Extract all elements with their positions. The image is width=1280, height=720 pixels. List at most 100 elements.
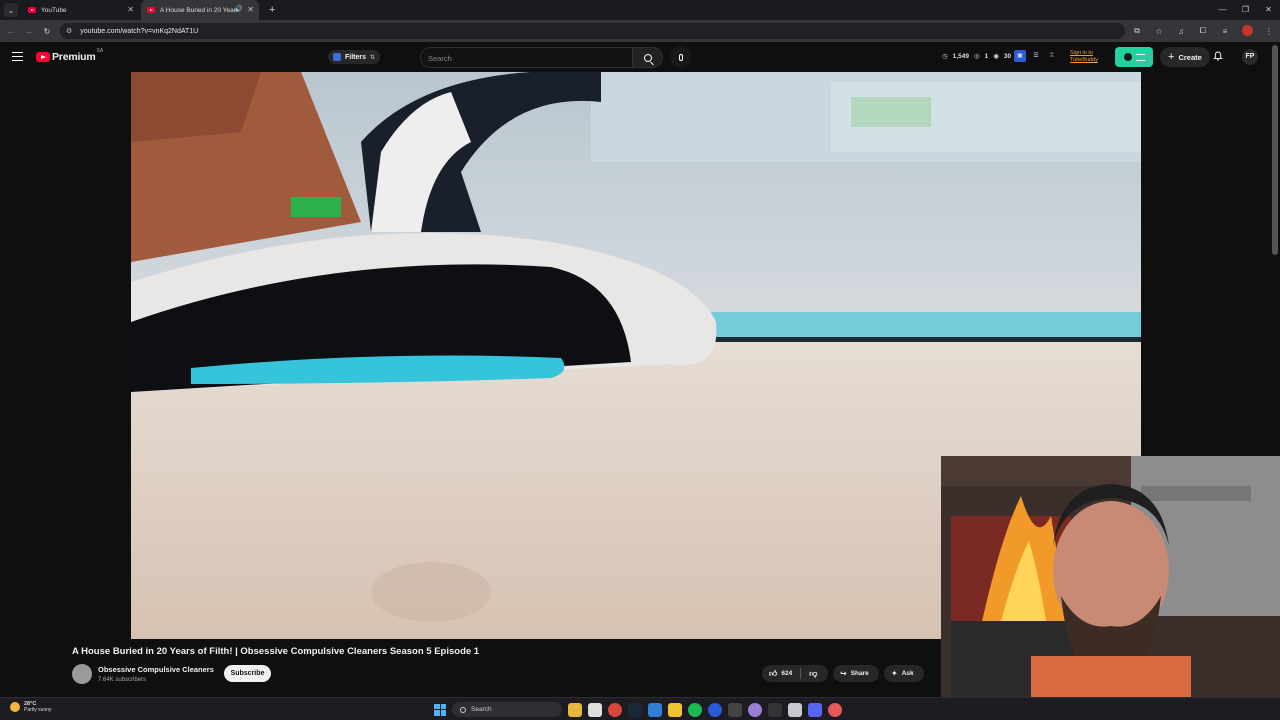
menu-icon[interactable] (12, 52, 23, 61)
audio-playing-icon[interactable]: 🔊 (234, 5, 243, 13)
profile-icon[interactable] (1236, 24, 1258, 38)
menu-icon[interactable]: ⋮ (1258, 27, 1280, 36)
share-button[interactable]: ↪ Share (833, 665, 879, 682)
browser-toolbar: ← → ↻ ⚙ youtube.com/watch?v=vnKq2NdAT1U … (0, 20, 1280, 42)
app-icon-square[interactable] (728, 702, 742, 717)
app-icon-round[interactable] (828, 702, 842, 717)
tab-video[interactable]: A House Buried in 20 Years 🔊 ✕ (141, 0, 259, 20)
reading-list-icon[interactable]: ≡ (1214, 27, 1236, 36)
stat-views: 1,549 (952, 52, 969, 60)
filters-button[interactable]: Filters ⇅ (328, 50, 381, 64)
youtube-favicon-icon (147, 7, 155, 13)
ask-button[interactable]: ✦ Ask (884, 665, 924, 682)
reload-icon[interactable]: ↻ (38, 27, 56, 36)
browser-actions: ⧉ ☆ ♫ ⧠ ≡ ⋮ (1126, 20, 1280, 42)
close-tab-icon[interactable]: ✕ (127, 5, 134, 14)
windows-taskbar: 28°C Partly sunny Search (0, 697, 1280, 720)
site-info-icon[interactable]: ⚙ (66, 27, 72, 35)
install-app-icon[interactable]: ⧉ (1126, 26, 1148, 36)
channel-avatar[interactable] (72, 664, 92, 684)
file-explorer-icon[interactable] (568, 702, 582, 717)
media-control-icon[interactable]: ♫ (1170, 27, 1192, 36)
calendar-app-icon[interactable] (588, 702, 602, 717)
search-input[interactable]: Search (420, 47, 633, 68)
windows-start-icon[interactable] (434, 703, 446, 716)
tubebuddy-logo-icon (1123, 53, 1132, 61)
search-icon (643, 53, 652, 62)
dislike-icon[interactable]: 👎︎ (809, 669, 817, 679)
browser-tab-strip: ⌄ YouTube ✕ A House Buried in 20 Years 🔊… (0, 0, 1280, 20)
app-icon-blue-circle[interactable] (708, 702, 722, 717)
tubebuddy-button[interactable] (1115, 47, 1153, 67)
tab-youtube[interactable]: YouTube ✕ (22, 0, 139, 20)
account-avatar[interactable]: FP (1242, 49, 1258, 65)
webcam-overlay (941, 456, 1280, 700)
partly-sunny-icon (10, 702, 20, 712)
minimize-icon[interactable]: — (1211, 0, 1234, 20)
logo-region: SA (96, 48, 104, 54)
maximize-icon[interactable]: ❐ (1234, 0, 1257, 20)
extensions-icon[interactable]: ⧠ (1192, 26, 1214, 36)
share-icon: ↪ (840, 669, 847, 678)
notifications-bell-icon[interactable] (1213, 51, 1223, 61)
address-bar[interactable]: ⚙ youtube.com/watch?v=vnKq2NdAT1U (60, 23, 1125, 39)
stat-3: 30 (1003, 52, 1012, 60)
create-label: Create (1178, 52, 1202, 62)
tab-search-dropdown[interactable]: ⌄ (4, 3, 18, 17)
app-icon-document[interactable] (788, 702, 802, 717)
tubebuddy-menu-icon (1135, 53, 1145, 61)
like-icon[interactable]: 👍︎ (769, 669, 777, 679)
blue-extension-icon[interactable]: ▣ (1014, 50, 1026, 62)
close-tab-icon[interactable]: ✕ (247, 5, 254, 14)
discord-icon[interactable] (808, 702, 822, 717)
signin-line1: Sign in to (1070, 50, 1093, 56)
forward-icon[interactable]: → (20, 27, 38, 36)
weather-widget[interactable]: 28°C Partly sunny (10, 701, 52, 713)
close-window-icon[interactable]: ✕ (1257, 0, 1280, 20)
extension-stats[interactable]: ◷ 1,549 ◎ 1 ◉ 30 (942, 52, 1012, 61)
trophy-icon[interactable]: ♖ (1046, 50, 1058, 62)
clock-icon: ◷ (942, 53, 948, 60)
youtube-premium-logo[interactable]: Premium SA (36, 48, 104, 63)
video-title: A House Buried in 20 Years of Filth! | O… (72, 646, 480, 657)
logo-text: Premium (52, 51, 96, 63)
back-icon[interactable]: ← (2, 27, 20, 36)
filter-extension-icon (333, 53, 341, 61)
filters-label: Filters (345, 53, 367, 61)
like-dislike-group: 👍︎ 624 👎︎ (762, 665, 828, 682)
subscribe-button[interactable]: Subscribe (224, 665, 271, 682)
sparkle-icon: ✦ (891, 669, 898, 678)
channel-name[interactable]: Obsessive Compulsive Cleaners (98, 665, 214, 674)
list-extension-icon[interactable]: ☰ (1030, 50, 1042, 62)
search-button[interactable] (632, 47, 663, 68)
tab-label: A House Buried in 20 Years (160, 6, 240, 14)
search-icon (460, 706, 466, 713)
taskbar-apps: Search (434, 702, 842, 717)
like-count[interactable]: 624 (781, 670, 792, 677)
sliders-icon: ⇅ (370, 54, 376, 61)
weather-description: Partly sunny (24, 707, 52, 713)
new-tab-button[interactable]: + (269, 4, 275, 16)
youtube-favicon-icon (28, 7, 36, 13)
stat-2: 1 (984, 52, 989, 60)
photos-icon[interactable] (648, 702, 662, 717)
steam-icon[interactable] (628, 702, 642, 717)
app-icon-purple[interactable] (748, 702, 762, 717)
bookmark-star-icon[interactable]: ☆ (1148, 27, 1170, 36)
app-icon-controller[interactable] (768, 702, 782, 717)
page-scrollbar[interactable] (1272, 45, 1278, 255)
search-placeholder: Search (428, 54, 452, 63)
create-button[interactable]: + Create (1160, 47, 1210, 67)
voice-search-button[interactable] (670, 46, 692, 68)
notes-app-icon[interactable] (668, 702, 682, 717)
chrome-icon[interactable] (608, 702, 622, 717)
tubebuddy-signin-link[interactable]: Sign in to TubeBuddy (1070, 50, 1098, 64)
youtube-header: Premium SA Filters ⇅ Search ◷ 1,549 ◎ 1 … (0, 42, 1280, 72)
youtube-logo-icon (36, 52, 50, 62)
taskbar-search[interactable]: Search (452, 702, 562, 717)
spotify-icon[interactable] (688, 702, 702, 717)
ask-label: Ask (901, 670, 914, 677)
extension-icons: ▣ ☰ ♖ (1014, 50, 1058, 62)
like-divider (800, 668, 802, 679)
microphone-icon (679, 53, 683, 61)
